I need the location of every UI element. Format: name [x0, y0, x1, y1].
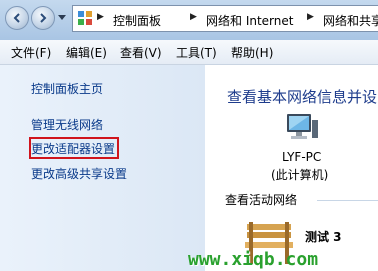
history-dropdown-icon[interactable]: [58, 15, 66, 21]
address-bar[interactable]: ▶ 控制面板 ▶ 网络和 Internet ▶ 网络和共享中: [72, 5, 378, 32]
breadcrumb-network-internet[interactable]: 网络和 Internet: [206, 12, 293, 29]
change-advanced-sharing-settings-link[interactable]: 更改高级共享设置: [31, 165, 127, 182]
page-heading: 查看基本网络信息并设: [227, 88, 378, 106]
computer-icon[interactable]: [285, 112, 319, 142]
control-panel-icon: [78, 11, 92, 25]
computer-subtitle: (此计算机): [271, 168, 329, 182]
main-pane: 查看基本网络信息并设 LYF-PC (此计算机) 查看活动网络 测试 3: [205, 65, 378, 271]
arrow-left-icon: [13, 13, 20, 23]
active-networks-label: 查看活动网络: [225, 193, 298, 207]
breadcrumb-control-panel[interactable]: 控制面板: [113, 12, 161, 29]
menu-help[interactable]: 帮助(H): [231, 44, 273, 61]
breadcrumb-separator-icon: ▶: [190, 12, 197, 22]
back-button[interactable]: [5, 6, 29, 30]
arrow-right-icon: [40, 13, 47, 23]
control-panel-home-link[interactable]: 控制面板主页: [31, 80, 103, 97]
manage-wireless-networks-link[interactable]: 管理无线网络: [31, 116, 103, 133]
title-bar: ▶ 控制面板 ▶ 网络和 Internet ▶ 网络和共享中: [0, 0, 378, 40]
menu-bar: 文件(F) 编辑(E) 查看(V) 工具(T) 帮助(H): [0, 40, 378, 65]
network-name[interactable]: 测试 3: [305, 228, 342, 245]
menu-file[interactable]: 文件(F): [11, 44, 51, 61]
breadcrumb-separator-icon: ▶: [307, 12, 314, 22]
watermark: www.xiqb.com: [188, 249, 319, 270]
section-divider: [317, 200, 378, 201]
menu-edit[interactable]: 编辑(E): [66, 44, 107, 61]
menu-view[interactable]: 查看(V): [120, 44, 162, 61]
forward-button[interactable]: [31, 6, 55, 30]
breadcrumb-network-sharing-center[interactable]: 网络和共享中: [323, 12, 378, 29]
change-adapter-settings-link[interactable]: 更改适配器设置: [31, 140, 115, 157]
menu-tools[interactable]: 工具(T): [176, 44, 217, 61]
computer-name: LYF-PC: [282, 150, 322, 164]
breadcrumb-separator-icon: ▶: [97, 12, 104, 22]
